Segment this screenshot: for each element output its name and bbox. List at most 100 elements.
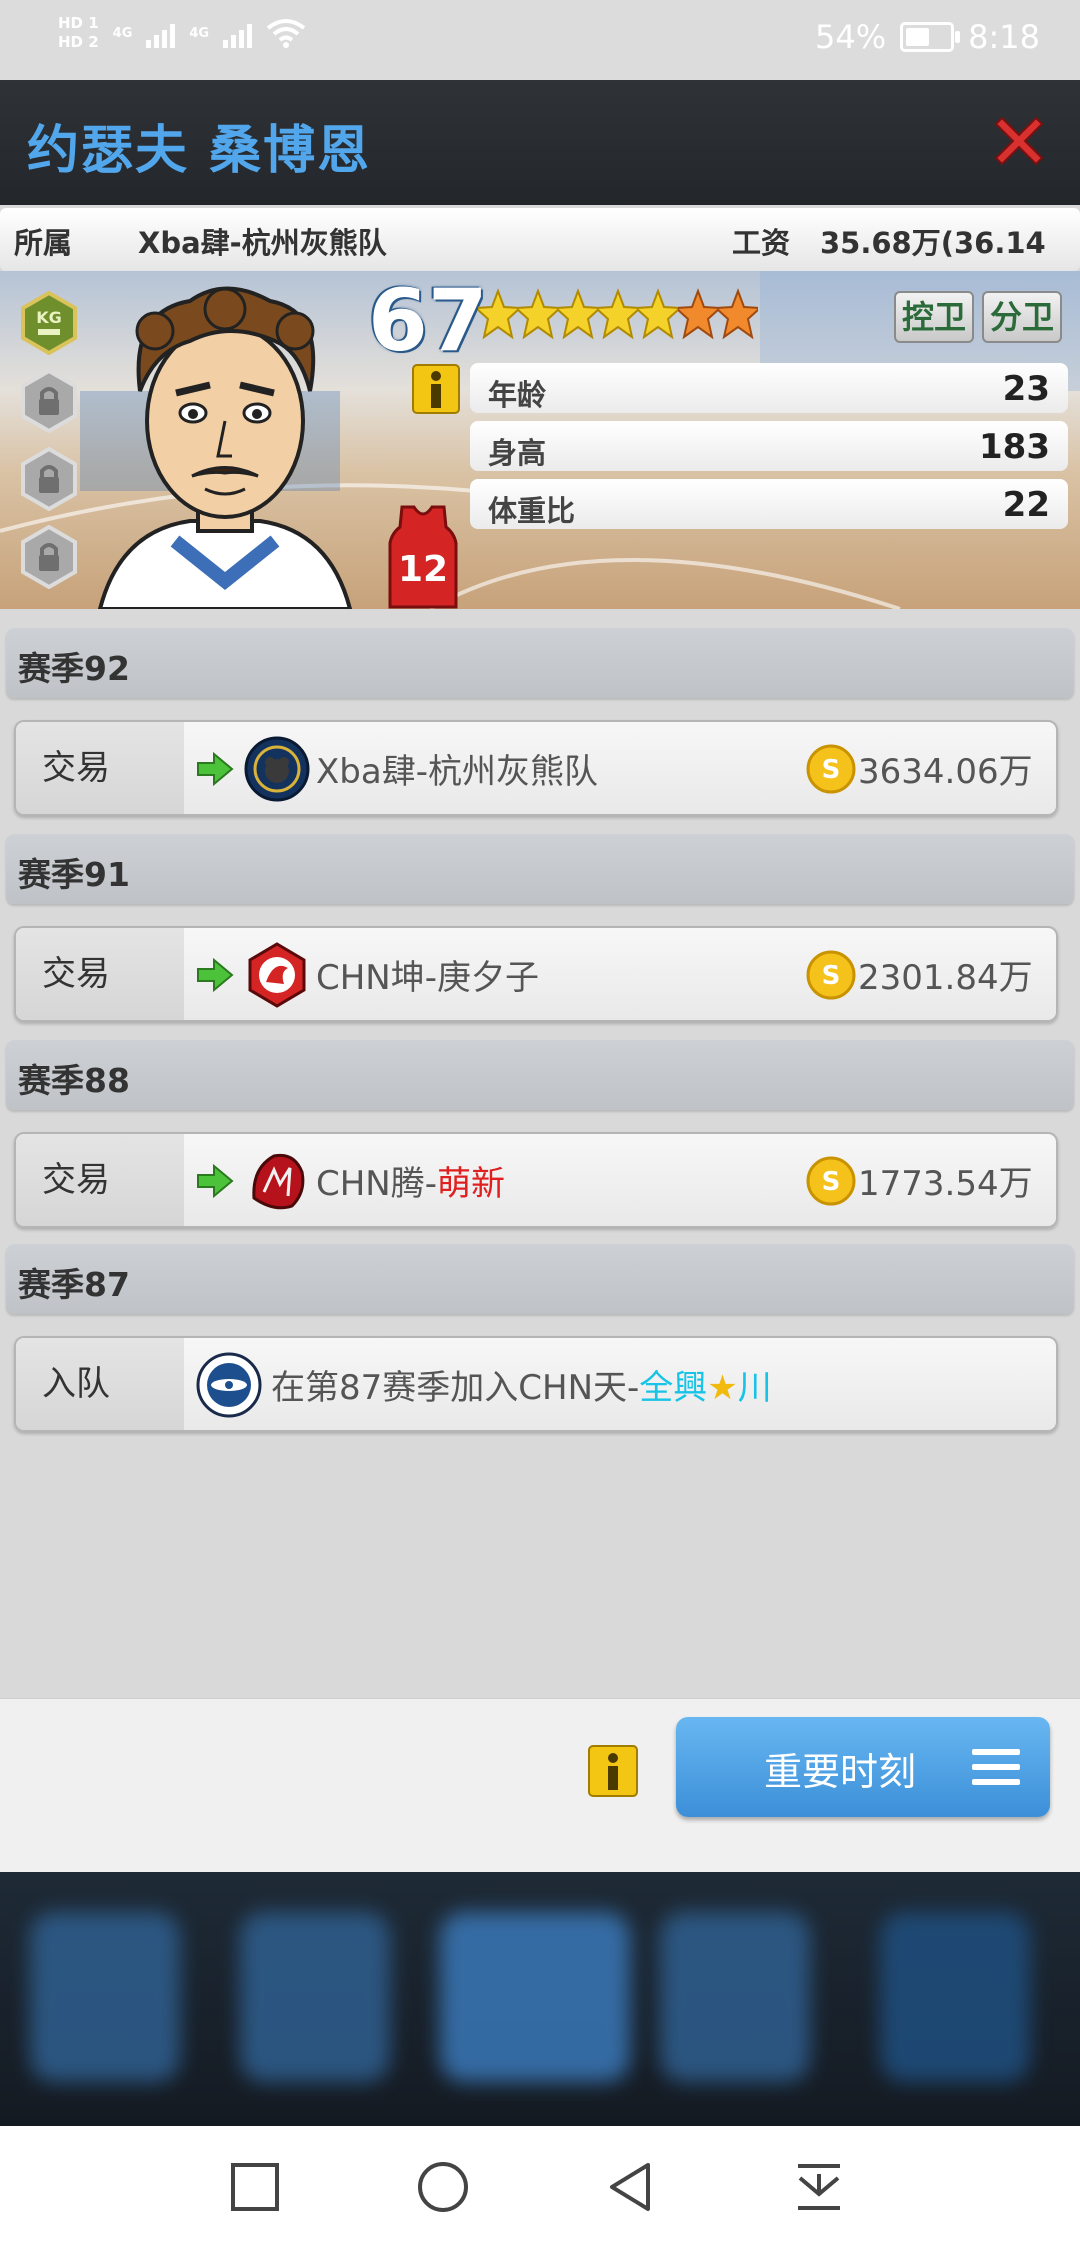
- status-left: HD 1 HD 2 4G 4G: [58, 14, 306, 52]
- nav-tab-blurred[interactable]: [660, 1912, 810, 2082]
- back-icon[interactable]: [604, 2160, 658, 2214]
- history-record[interactable]: 交易 Xba肆-杭州灰熊队 S 3634.06万: [14, 720, 1058, 816]
- title-bar: 约瑟夫 桑博恩: [0, 80, 1080, 205]
- home-icon[interactable]: [416, 2160, 470, 2214]
- team-name-prefix: CHN腾-: [316, 1164, 438, 1204]
- star-full-icon: [638, 288, 678, 340]
- signal-1-icon: [146, 18, 176, 48]
- key-moments-button[interactable]: 重要时刻: [676, 1717, 1050, 1817]
- star-orange-icon: [678, 288, 718, 340]
- arrow-right-icon: [197, 1164, 234, 1198]
- status-right: 54% 8:18: [815, 18, 1040, 56]
- team-logo-icon: [196, 1352, 262, 1418]
- battery-percent: 54%: [815, 18, 887, 56]
- stat-weight-ratio: 体重比 22: [470, 479, 1068, 529]
- season-header: 赛季88: [6, 1040, 1074, 1110]
- battery-icon: [900, 22, 961, 52]
- nav-tab-blurred[interactable]: [880, 1912, 1030, 2082]
- transfer-price: 1773.54万: [858, 1164, 1033, 1204]
- stat-age: 年龄 23: [470, 363, 1068, 413]
- team-name: CHN腾-萌新: [316, 1156, 505, 1205]
- record-type: 交易: [16, 722, 184, 814]
- season-header: 赛季91: [6, 834, 1074, 904]
- team-name-suffix-2: 川: [737, 1368, 772, 1408]
- record-type: 入队: [16, 1338, 184, 1430]
- wifi-icon: [266, 19, 306, 48]
- season-label: 赛季91: [18, 855, 130, 894]
- info-icon[interactable]: [412, 364, 460, 414]
- nav-tab-blurred[interactable]: [30, 1912, 180, 2082]
- jersey-number: 12: [398, 549, 448, 590]
- svg-text:S: S: [822, 1167, 841, 1197]
- team-name-suffix: 全興: [639, 1368, 708, 1408]
- close-icon[interactable]: [988, 110, 1050, 172]
- player-card: KG 12 67 控卫 分卫 年龄 23 身高 183 体重比 22: [0, 271, 1080, 609]
- team-salary-row: 所属 Xba肆-杭州灰熊队 工资 35.68万(36.14万): [0, 208, 1080, 302]
- coin-icon: S: [806, 1156, 856, 1206]
- coin-icon: S: [806, 744, 856, 794]
- nav-tab-blurred[interactable]: [440, 1912, 630, 2082]
- game-bottom-nav: [0, 1872, 1080, 2126]
- jersey-icon: 12: [388, 505, 458, 609]
- season-label: 赛季87: [18, 1265, 130, 1304]
- stat-height: 身高 183: [470, 421, 1068, 471]
- player-rating: 67: [368, 271, 488, 371]
- stat-value: 183: [979, 427, 1050, 467]
- team-name: Xba肆-杭州灰熊队: [316, 752, 598, 792]
- season-header: 赛季87: [6, 1244, 1074, 1314]
- team-name-suffix: 萌新: [437, 1164, 506, 1204]
- star-full-icon: [558, 288, 598, 340]
- star-full-icon: [518, 288, 558, 340]
- team-logo-icon: [252, 1153, 305, 1210]
- season-header: 赛季92: [6, 628, 1074, 698]
- team-logo-icon: [244, 736, 310, 802]
- record-type: 交易: [16, 1134, 184, 1226]
- team-name: 在第87赛季加入CHN天-全興★川: [271, 1360, 772, 1409]
- history-record[interactable]: 交易 CHN腾-萌新 S 1773.54万: [14, 1132, 1058, 1228]
- clock: 8:18: [968, 18, 1040, 56]
- player-avatar: [97, 286, 353, 609]
- menu-icon: [972, 1749, 1020, 1785]
- coin-icon: S: [806, 950, 856, 1000]
- signal-2-icon: [223, 18, 253, 48]
- position-badge-pg: 控卫: [894, 291, 975, 343]
- locked-slot-icon: [21, 369, 77, 433]
- locked-slot-icon: [21, 447, 77, 511]
- notification-pull-icon[interactable]: [792, 2160, 846, 2214]
- svg-text:S: S: [822, 755, 841, 785]
- star-orange-icon: [718, 288, 758, 340]
- star-glyph-icon: ★: [707, 1368, 738, 1408]
- action-bar: 重要时刻: [0, 1698, 1080, 1873]
- nav-tab-blurred[interactable]: [240, 1912, 390, 2082]
- position-badge-sg: 分卫: [982, 291, 1063, 343]
- rank-badge-text: KG: [36, 308, 62, 327]
- locked-slot-icon: [21, 525, 77, 589]
- stat-label: 年龄: [488, 378, 547, 412]
- team-value: Xba肆-杭州灰熊队: [138, 226, 387, 260]
- svg-text:S: S: [822, 961, 841, 991]
- arrow-right-icon: [197, 958, 234, 992]
- star-full-icon: [478, 288, 518, 340]
- team-label: 所属: [14, 226, 73, 260]
- key-moments-label: 重要时刻: [764, 1750, 917, 1794]
- history-record[interactable]: 交易 CHN坤-庚夕子 S 2301.84万: [14, 926, 1058, 1022]
- salary-label: 工资: [732, 226, 791, 260]
- stat-value: 22: [1002, 485, 1050, 525]
- stat-label: 身高: [488, 436, 547, 470]
- star-rating: [478, 285, 758, 343]
- rank-badge-icon: KG: [21, 291, 77, 355]
- system-nav-bar: [0, 2126, 1080, 2244]
- recent-apps-icon[interactable]: [228, 2160, 282, 2214]
- team-name: CHN坤-庚夕子: [316, 958, 540, 998]
- season-label: 赛季88: [18, 1061, 130, 1100]
- transfer-price: 3634.06万: [858, 752, 1033, 792]
- player-name-title: 约瑟夫 桑博恩: [27, 121, 372, 181]
- history-record[interactable]: 入队 在第87赛季加入CHN天-全興★川: [14, 1336, 1058, 1432]
- status-bar: HD 1 HD 2 4G 4G 54% 8:18: [0, 0, 1080, 80]
- record-type: 交易: [16, 928, 184, 1020]
- sim-indicators: HD 1 HD 2: [58, 14, 99, 52]
- stat-label: 体重比: [488, 494, 576, 528]
- star-full-icon: [598, 288, 638, 340]
- hd2-label: HD 2: [58, 33, 99, 51]
- info-icon[interactable]: [588, 1745, 638, 1797]
